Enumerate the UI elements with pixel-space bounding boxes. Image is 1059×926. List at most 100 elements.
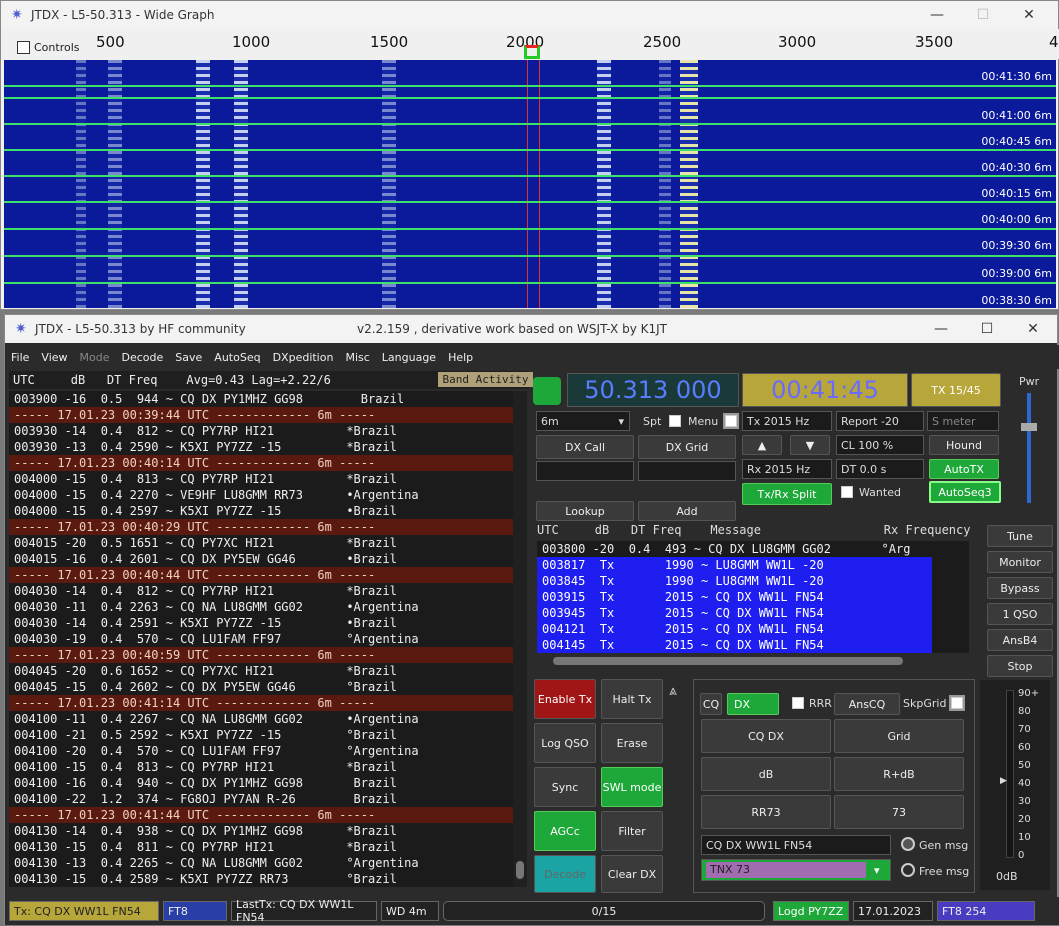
enable-tx-button[interactable]: Enable Tx xyxy=(534,679,596,719)
decode-row[interactable]: 003930 -14 0.4 812 ~ CQ PY7RP HI21 *Braz… xyxy=(9,423,515,439)
monitor-button[interactable]: Monitor xyxy=(987,551,1053,573)
anscq-button[interactable]: AnsCQ xyxy=(834,693,900,715)
close-icon[interactable]: ✕ xyxy=(1010,315,1056,343)
decode-row[interactable]: 004130 -15 0.4 2589 ~ K5XI PY7ZZ RR73 °B… xyxy=(9,871,515,887)
decode-row[interactable]: 004100 -22 1.2 374 ~ FG8OJ PY7AN R-26 Br… xyxy=(9,791,515,807)
decode-row[interactable]: 004015 -16 0.4 2601 ~ CQ DX PY5EW GG46 •… xyxy=(9,551,515,567)
macro-cq-dx[interactable]: CQ DX xyxy=(701,719,831,753)
filter-button[interactable]: Filter xyxy=(601,811,663,851)
period-separator[interactable]: ----- 17.01.23 00:40:44 UTC ------------… xyxy=(9,567,515,583)
dx-call-button[interactable]: DX Call xyxy=(536,435,634,459)
dt-spinner[interactable]: DT 0.0 s xyxy=(836,459,924,479)
tx-row[interactable]: 003845 Tx 1990 ~ LU8GMM WW1L -20 xyxy=(537,573,932,589)
wide-graph-titlebar[interactable]: ✷ JTDX - L5-50.313 - Wide Graph — ☐ ✕ xyxy=(1,1,1058,29)
decode-row[interactable]: 004030 -19 0.4 570 ~ CQ LU1FAM FF97 °Arg… xyxy=(9,631,515,647)
decode-row[interactable]: 004030 -14 0.4 2591 ~ K5XI PY7ZZ -15 •Br… xyxy=(9,615,515,631)
menu-file[interactable]: File xyxy=(5,351,35,364)
wanted-checkbox[interactable] xyxy=(841,486,853,498)
rx-frequency-list[interactable]: 003800 -20 0.4 493 ~ CQ DX LU8GMM GG02 °… xyxy=(537,541,969,653)
dx-grid-input[interactable] xyxy=(638,461,736,481)
s-meter-field[interactable]: S meter xyxy=(927,411,999,431)
band-activity-button[interactable]: Band Activity xyxy=(438,372,533,387)
period-separator[interactable]: ----- 17.01.23 00:39:44 UTC ------------… xyxy=(9,407,515,423)
stop-button[interactable]: Stop xyxy=(987,655,1053,677)
decode-row[interactable]: 003800 -20 0.4 493 ~ CQ DX LU8GMM GG02 °… xyxy=(537,541,969,557)
menu-view[interactable]: View xyxy=(35,351,73,364)
decode-row[interactable]: 004045 -15 0.4 2602 ~ CQ DX PY5EW GG46 °… xyxy=(9,679,515,695)
period-separator[interactable]: ----- 17.01.23 00:41:14 UTC ------------… xyxy=(9,695,515,711)
period-separator[interactable]: ----- 17.01.23 00:41:44 UTC ------------… xyxy=(9,807,515,823)
log-qso-button[interactable]: Log QSO xyxy=(534,723,596,763)
decode-row[interactable]: 004000 -15 0.4 813 ~ CQ PY7RP HI21 *Braz… xyxy=(9,471,515,487)
waterfall-display[interactable]: 00:41:30 6m 00:41:00 6m 00:40:45 6m 00:4… xyxy=(4,60,1056,308)
band-select[interactable]: 6m ▾ xyxy=(536,411,630,431)
dx-button[interactable]: DX xyxy=(727,693,779,715)
cl-spinner[interactable]: CL 100 % xyxy=(836,435,924,455)
macro-rr73[interactable]: RR73 xyxy=(701,795,831,829)
frequency-ruler[interactable]: Controls 500 1000 1500 2000 2500 3000 35… xyxy=(1,29,1059,59)
macro-73[interactable]: 73 xyxy=(834,795,964,829)
double-arrow-icon[interactable]: ⩓ xyxy=(669,683,677,699)
band-activity-list[interactable]: 003900 -16 0.5 944 ~ CQ DX PY1MHZ GG98 B… xyxy=(9,391,515,887)
tx-row[interactable]: 003945 Tx 2015 ~ CQ DX WW1L FN54 xyxy=(537,605,932,621)
decode-row[interactable]: 004030 -11 0.4 2263 ~ CQ NA LU8GMM GG02 … xyxy=(9,599,515,615)
decode-row[interactable]: 003930 -13 0.4 2590 ~ K5XI PY7ZZ -15 *Br… xyxy=(9,439,515,455)
rrr-checkbox[interactable] xyxy=(792,697,804,709)
lookup-button[interactable]: Lookup xyxy=(536,501,634,521)
sync-button[interactable]: Sync xyxy=(534,767,596,807)
power-slider[interactable] xyxy=(1021,393,1037,503)
minimize-icon[interactable]: — xyxy=(918,315,964,343)
decode-button[interactable]: Decode xyxy=(534,855,596,893)
tx-period-button[interactable]: TX 15/45 xyxy=(911,373,1001,407)
decode-row[interactable]: 004130 -14 0.4 938 ~ CQ DX PY1MHZ GG98 *… xyxy=(9,823,515,839)
menu-language[interactable]: Language xyxy=(376,351,442,364)
scroll-thumb[interactable] xyxy=(516,861,524,879)
tx-row[interactable]: 004121 Tx 2015 ~ CQ DX WW1L FN54 xyxy=(537,621,932,637)
power-slider-handle[interactable] xyxy=(1021,423,1037,431)
free-msg-select[interactable]: TNX 73 ▾ xyxy=(701,859,891,881)
hound-button[interactable]: Hound xyxy=(929,435,999,455)
main-titlebar[interactable]: ✷ JTDX - L5-50.313 by HF community v2.2.… xyxy=(5,315,1057,343)
tx-rx-split-button[interactable]: Tx/Rx Split xyxy=(742,483,832,505)
menu-checkbox[interactable] xyxy=(723,413,739,429)
report-spinner[interactable]: Report -20 xyxy=(836,411,924,431)
up-arrow-icon[interactable]: ▲ xyxy=(742,435,782,455)
ansb4-button[interactable]: AnsB4 xyxy=(987,629,1053,651)
menu-help[interactable]: Help xyxy=(442,351,479,364)
period-separator[interactable]: ----- 17.01.23 00:40:14 UTC ------------… xyxy=(9,455,515,471)
macro-db[interactable]: dB xyxy=(701,757,831,791)
tune-button[interactable]: Tune xyxy=(987,525,1053,547)
decode-row[interactable]: 004000 -15 0.4 2597 ~ K5XI PY7ZZ -15 •Br… xyxy=(9,503,515,519)
macro-r-db[interactable]: R+dB xyxy=(834,757,964,791)
decode-row[interactable]: 004100 -16 0.4 940 ~ CQ DX PY1MHZ GG98 B… xyxy=(9,775,515,791)
rx-frequency[interactable]: Rx 2015 Hz xyxy=(742,459,832,479)
macro-grid[interactable]: Grid xyxy=(834,719,964,753)
rx-horizontal-scrollbar[interactable] xyxy=(553,657,903,665)
free-msg-radio[interactable] xyxy=(901,863,915,877)
period-separator[interactable]: ----- 17.01.23 00:40:29 UTC ------------… xyxy=(9,519,515,535)
menu-misc[interactable]: Misc xyxy=(339,351,375,364)
decode-row[interactable]: 004130 -13 0.4 2265 ~ CQ NA LU8GMM GG02 … xyxy=(9,855,515,871)
decode-row[interactable]: 004045 -20 0.6 1652 ~ CQ PY7XC HI21 *Bra… xyxy=(9,663,515,679)
halt-tx-button[interactable]: Halt Tx xyxy=(601,679,663,719)
dx-call-input[interactable] xyxy=(536,461,634,481)
close-icon[interactable]: ✕ xyxy=(1006,1,1052,29)
menu-autoseq[interactable]: AutoSeq xyxy=(208,351,266,364)
clear-dx-button[interactable]: Clear DX xyxy=(601,855,663,893)
tx-frequency[interactable]: Tx 2015 Hz xyxy=(742,411,832,431)
maximize-icon[interactable]: ☐ xyxy=(964,315,1010,343)
swl-mode-button[interactable]: SWL mode xyxy=(601,767,663,807)
one-qso-button[interactable]: 1 QSO xyxy=(987,603,1053,625)
bypass-button[interactable]: Bypass xyxy=(987,577,1053,599)
controls-checkbox-box[interactable] xyxy=(17,41,30,54)
decode-row[interactable]: 004030 -14 0.4 812 ~ CQ PY7RP HI21 *Braz… xyxy=(9,583,515,599)
menu-dxpedition[interactable]: DXpedition xyxy=(267,351,340,364)
decode-row[interactable]: 004015 -20 0.5 1651 ~ CQ PY7XC HI21 *Bra… xyxy=(9,535,515,551)
gen-msg-input[interactable]: CQ DX WW1L FN54 xyxy=(701,835,891,855)
menu-decode[interactable]: Decode xyxy=(116,351,170,364)
band-scrollbar[interactable] xyxy=(513,391,527,887)
spt-checkbox[interactable] xyxy=(669,415,681,427)
gen-msg-radio[interactable] xyxy=(901,837,915,851)
tx-row[interactable]: 003915 Tx 2015 ~ CQ DX WW1L FN54 xyxy=(537,589,932,605)
add-button[interactable]: Add xyxy=(638,501,736,521)
